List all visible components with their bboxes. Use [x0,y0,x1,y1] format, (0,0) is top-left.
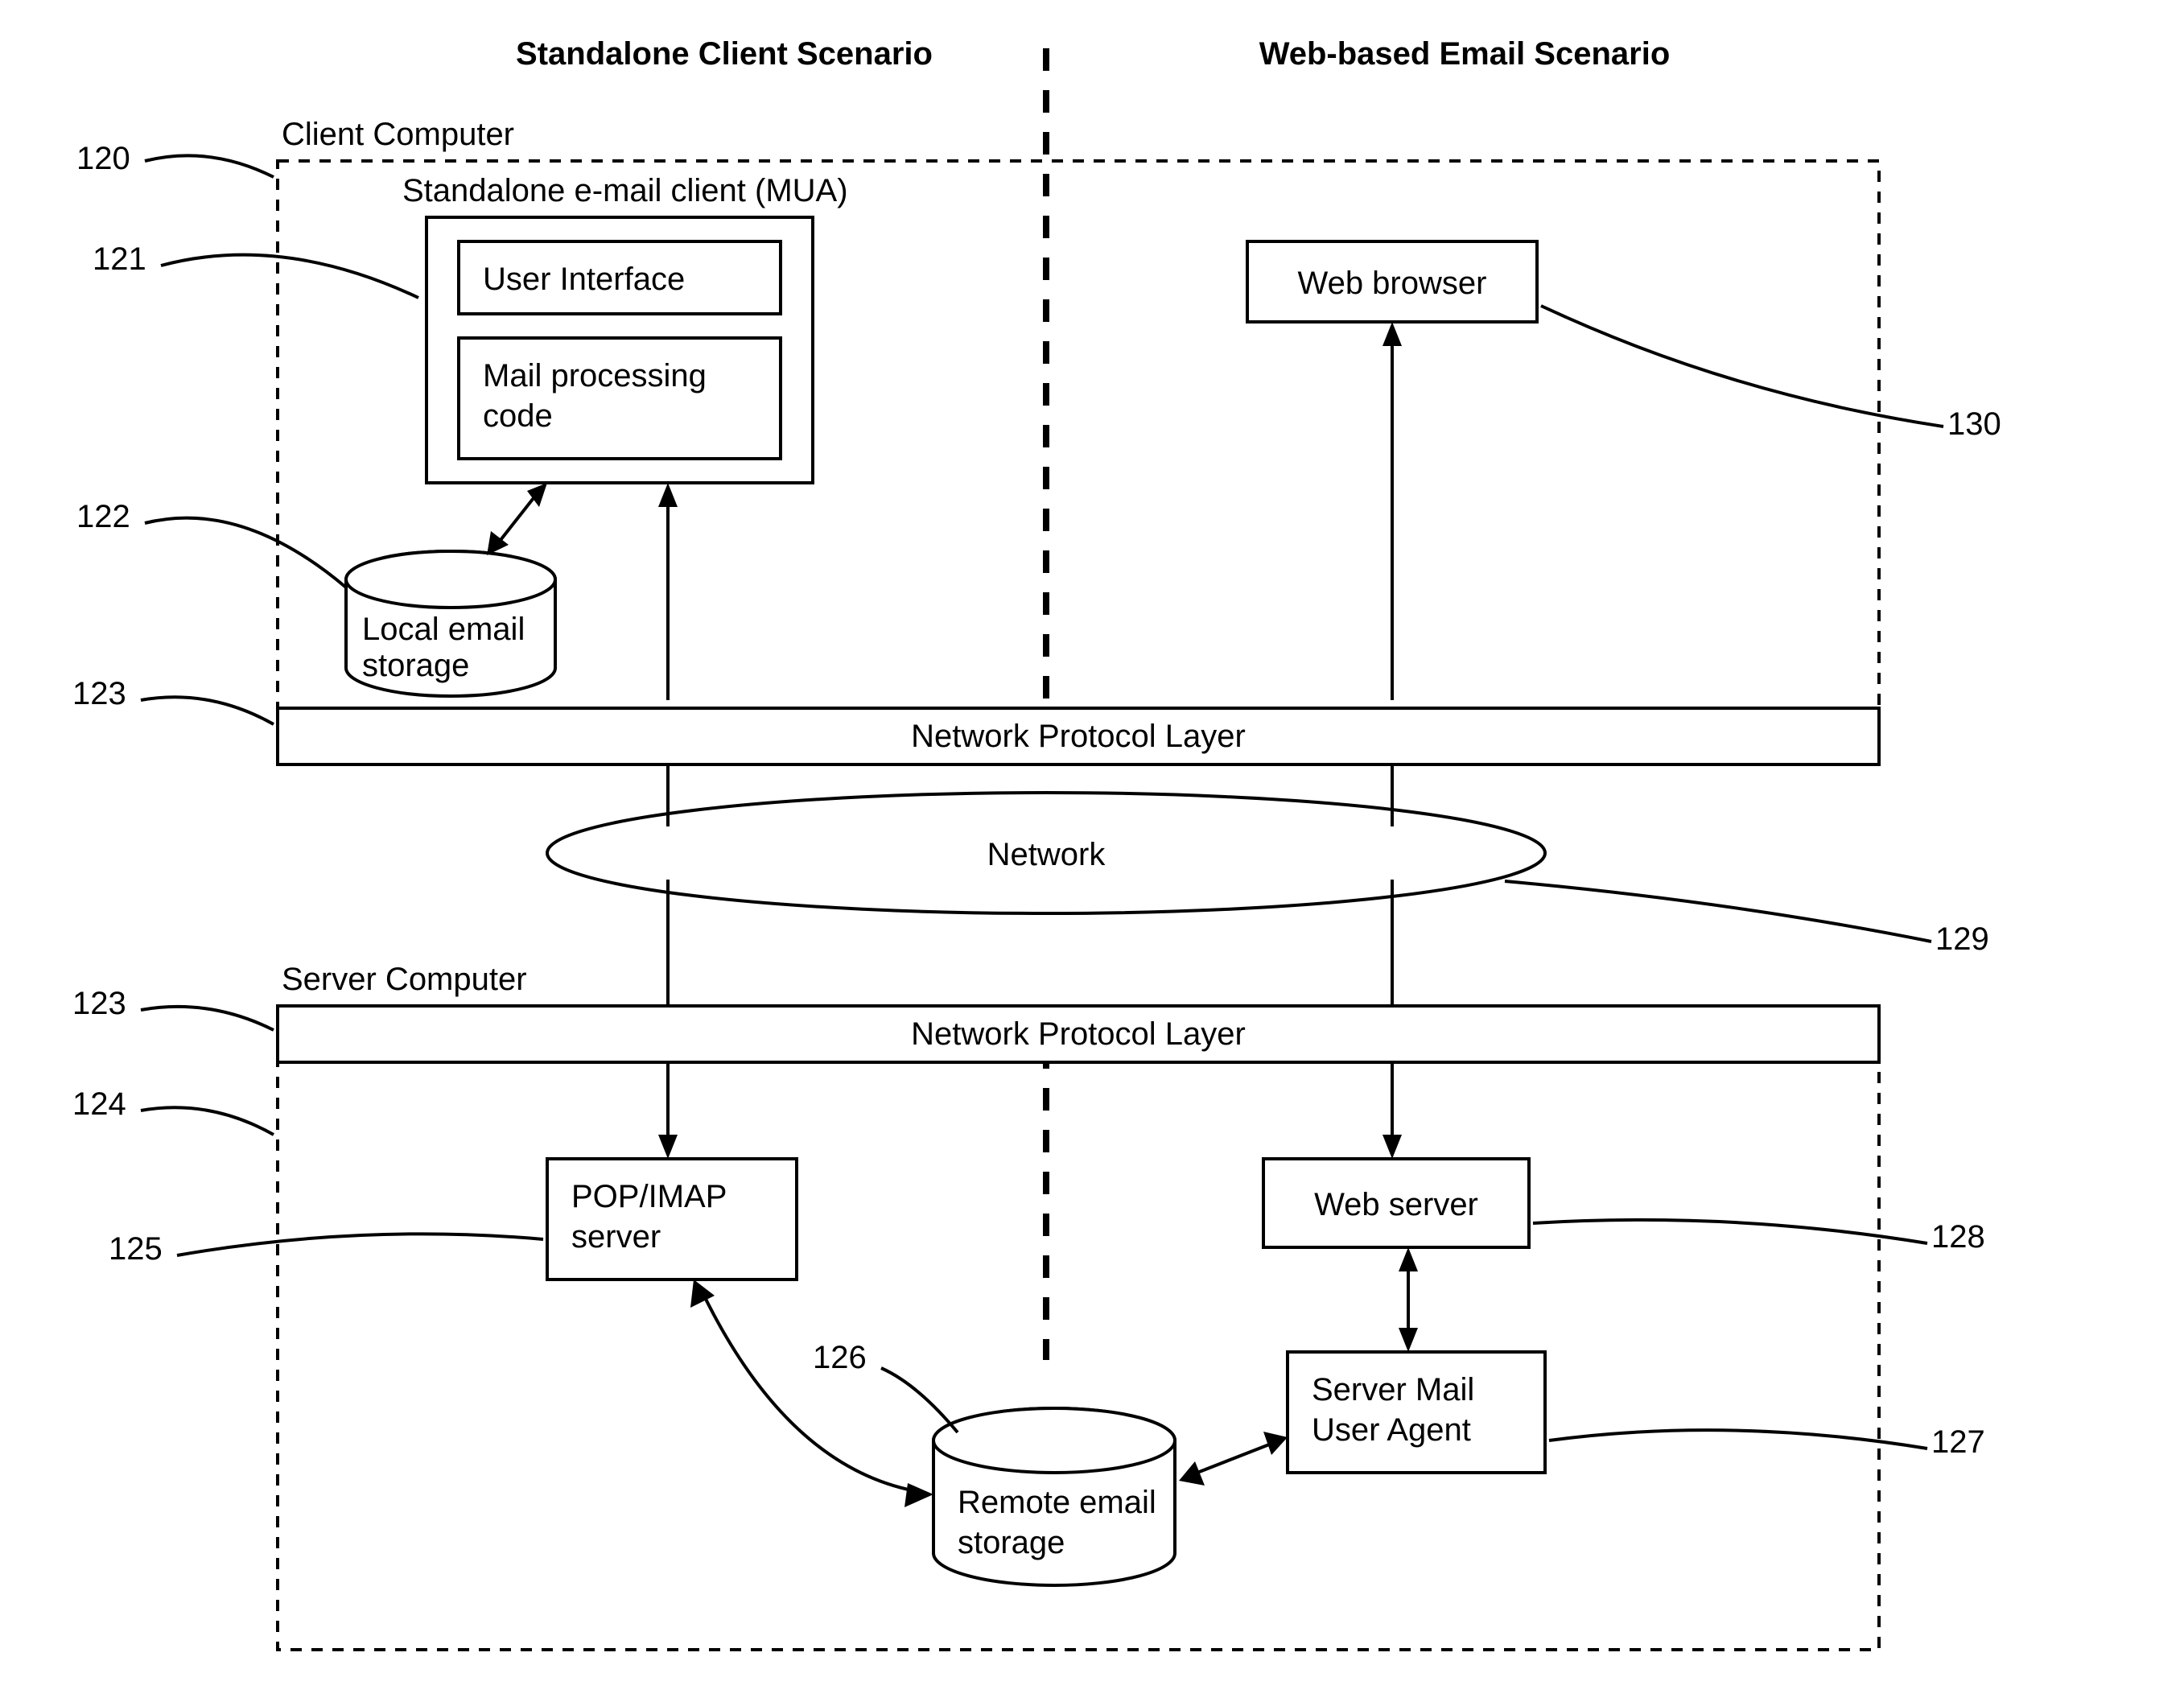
ref-128: 128 [1931,1219,1985,1255]
pop-imap-l2: server [571,1219,661,1255]
network-label: Network [987,837,1106,872]
arrow-npl-client-to-mua [658,483,678,700]
lead-123b [141,1007,274,1030]
ref-124: 124 [72,1086,126,1122]
ref-122: 122 [76,499,130,534]
lead-120 [145,155,274,177]
local-storage-l1: Local email [362,612,525,647]
arrow-npl-client-to-browser [1383,322,1402,700]
ref-123a: 123 [72,676,126,711]
lead-124 [141,1107,274,1135]
remote-storage-l1: Remote email [958,1485,1156,1520]
lead-126 [881,1368,958,1432]
pop-imap-l1: POP/IMAP [571,1179,727,1214]
heading-webbased: Web-based Email Scenario [1259,36,1671,72]
lead-123a [141,697,274,724]
lead-121 [161,255,418,298]
web-browser-label: Web browser [1298,266,1487,301]
arrow-smua-remote [1179,1432,1288,1486]
ref-129: 129 [1935,921,1989,957]
ref-127: 127 [1931,1424,1985,1460]
arrow-npl-server-to-pop [658,1062,678,1159]
local-storage-l2: storage [362,648,469,683]
heading-standalone: Standalone Client Scenario [516,36,933,72]
mailproc-label-l2: code [483,398,553,434]
smua-l1: Server Mail [1312,1372,1474,1407]
arrow-webserver-smua [1399,1247,1418,1352]
ref-123b: 123 [72,986,126,1021]
ref-126: 126 [813,1340,867,1375]
remote-storage-cylinder: Remote email storage [933,1408,1175,1585]
arrow-pop-remote [690,1280,933,1507]
lead-122 [145,518,346,587]
server-computer-label: Server Computer [282,962,527,997]
arrow-npl-server-to-webserver [1383,1062,1402,1159]
lead-129 [1505,881,1931,942]
npl-server-label: Network Protocol Layer [911,1016,1246,1052]
ref-121: 121 [93,241,146,277]
mailproc-label-l1: Mail processing [483,358,707,394]
mua-title: Standalone e-mail client (MUA) [402,173,848,208]
client-computer-label: Client Computer [282,117,514,152]
ui-label: User Interface [483,262,685,297]
remote-storage-l2: storage [958,1525,1065,1560]
arrow-mua-to-local [487,483,547,555]
smua-l2: User Agent [1312,1412,1471,1448]
lead-127 [1549,1430,1927,1449]
ref-120: 120 [76,141,130,176]
ref-130: 130 [1947,406,2001,442]
npl-client-label: Network Protocol Layer [911,719,1246,754]
local-storage-cylinder: Local email storage [346,551,555,696]
ref-125: 125 [109,1231,163,1267]
lead-128 [1533,1220,1927,1243]
lead-130 [1541,306,1943,427]
lead-125 [177,1234,543,1255]
web-server-label: Web server [1314,1187,1478,1222]
